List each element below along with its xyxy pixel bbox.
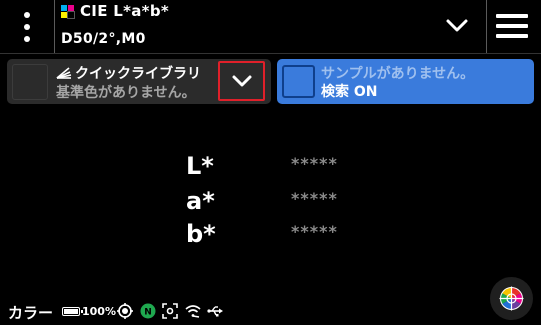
hamburger-menu-icon[interactable] [496, 14, 528, 38]
battery-icon [62, 307, 83, 316]
header-separator [0, 53, 541, 54]
wifi-icon [185, 305, 201, 318]
focus-icon [162, 303, 178, 319]
color-mode-title[interactable]: CIE L*a*b* [80, 2, 169, 20]
battery-level: 100% [82, 305, 116, 318]
chevron-down-icon [232, 75, 252, 87]
b-star-value: ***** [291, 222, 338, 241]
quick-library-title: クイックライブラリ [75, 66, 201, 82]
top-bar: CIE L*a*b* D50/2°,M0 [0, 0, 541, 53]
cmyk-mode-icon [61, 5, 75, 19]
kebab-menu-icon[interactable] [18, 12, 36, 42]
a-star-value: ***** [291, 189, 338, 208]
n-badge-icon: N [140, 303, 156, 319]
usb-icon [207, 306, 223, 317]
library-expand-button[interactable] [218, 61, 265, 101]
search-status: 検索 ON [321, 84, 378, 100]
color-wheel-icon[interactable] [490, 277, 533, 320]
target-icon [117, 303, 133, 319]
svg-text:N: N [144, 308, 152, 318]
illuminant-observer-label[interactable]: D50/2°,M0 [61, 31, 146, 47]
b-star-label: b* [186, 220, 216, 248]
no-reference-message: 基準色がありません。 [56, 85, 196, 101]
library-stack-icon [56, 67, 72, 79]
status-mode-label: カラー [8, 304, 54, 322]
l-star-value: ***** [291, 154, 338, 173]
sample-panel[interactable]: サンプルがありません。 検索 ON [277, 59, 534, 104]
sample-color-swatch [282, 65, 315, 98]
top-bar-divider [54, 0, 55, 53]
a-star-label: a* [186, 187, 215, 215]
no-sample-message: サンプルがありません。 [321, 66, 475, 82]
top-bar-divider [486, 0, 487, 53]
reference-color-swatch [12, 64, 48, 100]
chevron-down-icon[interactable] [444, 13, 470, 39]
l-star-label: L* [186, 152, 214, 180]
